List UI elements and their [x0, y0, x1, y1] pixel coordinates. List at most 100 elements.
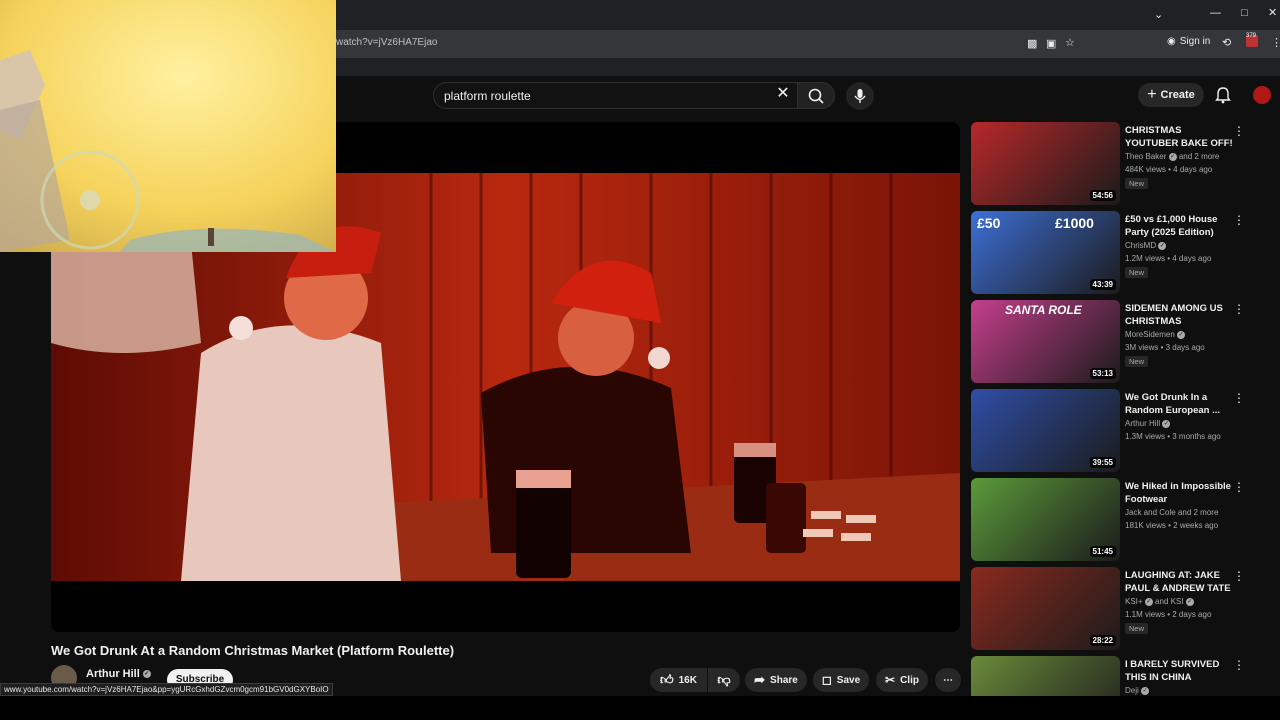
- channel-label: Theo Baker: [1125, 152, 1167, 161]
- more-horizontal-icon: ⋯: [943, 674, 953, 686]
- tab-list-icon[interactable]: ⌄: [1154, 8, 1163, 21]
- recommendation-thumbnail[interactable]: 51:45: [971, 478, 1120, 561]
- bookmark-star-icon[interactable]: ☆: [1065, 36, 1075, 49]
- sign-in-button[interactable]: ◉ Sign in: [1167, 36, 1210, 47]
- recommendation-channel[interactable]: Jack and Cole and 2 more: [1125, 508, 1218, 517]
- recommendation-channel[interactable]: ChrisMD ✓: [1125, 241, 1167, 250]
- restore-icon[interactable]: □: [1241, 7, 1248, 19]
- recommendation-thumbnail[interactable]: 39:55: [971, 389, 1120, 472]
- save-button[interactable]: ◻ Save: [813, 668, 869, 692]
- recommendation-channel[interactable]: Deji ✓: [1125, 686, 1150, 695]
- channel-name: Arthur Hill: [86, 668, 140, 680]
- save-label: Save: [836, 674, 861, 686]
- thumbs-up-icon: 👍︎: [660, 672, 674, 687]
- browser-menu-icon[interactable]: ⋮: [1271, 36, 1280, 49]
- recommendation-title[interactable]: £50 vs £1,000 House Party (2025 Edition): [1125, 213, 1233, 239]
- recommendation-title[interactable]: We Got Drunk In a Random European ...: [1125, 391, 1233, 417]
- recommendation-item[interactable]: 54:56 CHRISTMAS YOUTUBER BAKE OFF! Theo …: [971, 122, 1251, 206]
- verified-check-icon: ✓: [142, 670, 151, 678]
- recommendation-thumbnail[interactable]: 54:56: [971, 122, 1120, 205]
- duration-badge: 53:13: [1089, 368, 1116, 379]
- verified-check-icon: ✓: [1144, 597, 1153, 606]
- plus-icon: +: [1147, 86, 1157, 103]
- recommendation-title[interactable]: SIDEMEN AMONG US CHRISTMAS SPECIAL...: [1125, 302, 1233, 329]
- share-label: Share: [770, 674, 798, 686]
- recommendation-channel[interactable]: MoreSidemen ✓: [1125, 330, 1186, 339]
- recommendation-meta: 181K views • 2 weeks ago: [1125, 521, 1219, 530]
- channel-extra: and KSI: [1155, 597, 1184, 606]
- clip-button[interactable]: ✂ Clip: [876, 668, 928, 692]
- recommendation-title[interactable]: LAUGHING AT: JAKE PAUL & ANDREW TATE: [1125, 569, 1233, 595]
- recommendation-title[interactable]: I BARELY SURVIVED THIS IN CHINA: [1125, 658, 1233, 684]
- duration-badge: 43:39: [1089, 279, 1116, 290]
- close-window-icon[interactable]: ✕: [1268, 6, 1277, 19]
- webcam-overlay: [0, 0, 336, 252]
- recommendation-item[interactable]: 28:22 LAUGHING AT: JAKE PAUL & ANDREW TA…: [971, 567, 1251, 651]
- create-button[interactable]: + Create: [1138, 83, 1204, 107]
- create-label: Create: [1160, 89, 1195, 101]
- picture-in-picture-icon[interactable]: ▩: [1027, 37, 1037, 50]
- more-options-icon[interactable]: ⋮: [1233, 480, 1245, 494]
- channel-label: MoreSidemen: [1125, 330, 1175, 339]
- recommendation-channel[interactable]: KSI+ ✓ and KSI ✓: [1125, 597, 1194, 606]
- recommendation-thumbnail[interactable]: [971, 656, 1120, 696]
- scissors-icon: ✂: [885, 673, 896, 687]
- recommendation-item[interactable]: £50 £1000 43:39 £50 vs £1,000 House Part…: [971, 211, 1251, 295]
- more-options-icon[interactable]: ⋮: [1233, 302, 1245, 316]
- clip-label: Clip: [900, 674, 919, 686]
- voice-search-button[interactable]: [846, 82, 874, 110]
- more-actions-button[interactable]: ⋯: [935, 668, 961, 692]
- recommendation-meta: 1.1M views • 2 days ago: [1125, 610, 1212, 619]
- channel-label: Deji: [1125, 686, 1139, 695]
- clear-search-icon[interactable]: ✕: [774, 85, 792, 103]
- more-options-icon[interactable]: ⋮: [1233, 569, 1245, 583]
- more-options-icon[interactable]: ⋮: [1233, 391, 1245, 405]
- channel-name-link[interactable]: Arthur Hill ✓: [86, 668, 151, 680]
- thumbs-down-icon: 👎︎: [717, 672, 731, 687]
- recommendation-thumbnail[interactable]: 28:22: [971, 567, 1120, 650]
- bookmarks-bar: [336, 58, 1280, 76]
- webcam-feed: [0, 0, 336, 252]
- more-options-icon[interactable]: ⋮: [1233, 213, 1245, 227]
- recommendation-channel[interactable]: Arthur Hill ✓: [1125, 419, 1171, 428]
- like-count: 16K: [678, 674, 697, 686]
- like-button[interactable]: 👍︎ 16K: [650, 668, 707, 692]
- user-avatar[interactable]: [1253, 86, 1271, 104]
- channel-label: KSI+: [1125, 597, 1143, 606]
- recommendation-meta: 1.2M views • 4 days ago: [1125, 254, 1212, 263]
- duration-badge: 54:56: [1089, 190, 1116, 201]
- bookmark-icon: ◻: [821, 673, 832, 687]
- recommendation-item[interactable]: 39:55 We Got Drunk In a Random European …: [971, 389, 1251, 473]
- recommendation-thumbnail[interactable]: SANTA ROLE 53:13: [971, 300, 1120, 383]
- sign-in-label: Sign in: [1179, 36, 1211, 47]
- duration-badge: 28:22: [1089, 635, 1116, 646]
- search-icon: [808, 88, 824, 104]
- minimize-icon[interactable]: —: [1210, 7, 1221, 19]
- recommendation-thumbnail[interactable]: £50 £1000 43:39: [971, 211, 1120, 294]
- account-circle-icon: ◉: [1167, 36, 1176, 47]
- more-options-icon[interactable]: ⋮: [1233, 124, 1245, 138]
- notifications-bell-icon[interactable]: [1214, 86, 1232, 109]
- bottom-letterbox: [0, 696, 1280, 720]
- recommendation-item[interactable]: I BARELY SURVIVED THIS IN CHINA Deji ✓ ⋮: [971, 656, 1251, 696]
- thumbnail-image: [971, 656, 1120, 696]
- verified-check-icon: ✓: [1158, 241, 1167, 250]
- address-bar-url[interactable]: watch?v=jVz6HA7Ejao: [336, 37, 437, 48]
- recommendation-title[interactable]: We Hiked in Impossible Footwear: [1125, 480, 1233, 506]
- search-button[interactable]: [797, 82, 835, 109]
- more-options-icon[interactable]: ⋮: [1233, 658, 1245, 672]
- recommendation-title[interactable]: CHRISTMAS YOUTUBER BAKE OFF!: [1125, 124, 1233, 150]
- recommendation-item[interactable]: SANTA ROLE 53:13 SIDEMEN AMONG US CHRIST…: [971, 300, 1251, 384]
- recommendation-meta: 484K views • 4 days ago: [1125, 165, 1213, 174]
- recommendation-meta: 3M views • 3 days ago: [1125, 343, 1205, 352]
- extensions-icon[interactable]: ⟲: [1222, 36, 1231, 49]
- duration-badge: 39:55: [1089, 457, 1116, 468]
- dislike-button[interactable]: 👎︎: [708, 668, 740, 692]
- recommendation-item[interactable]: 51:45 We Hiked in Impossible Footwear Ja…: [971, 478, 1251, 562]
- share-button[interactable]: ➦ Share: [745, 668, 807, 692]
- install-app-icon[interactable]: ▣: [1046, 37, 1056, 50]
- recommendation-channel[interactable]: Theo Baker ✓ and 2 more: [1125, 152, 1219, 161]
- status-bar-link: www.youtube.com/watch?v=jVz6HA7Ejao&pp=y…: [0, 683, 333, 696]
- new-badge: New: [1125, 356, 1149, 367]
- verified-check-icon: ✓: [1185, 597, 1194, 606]
